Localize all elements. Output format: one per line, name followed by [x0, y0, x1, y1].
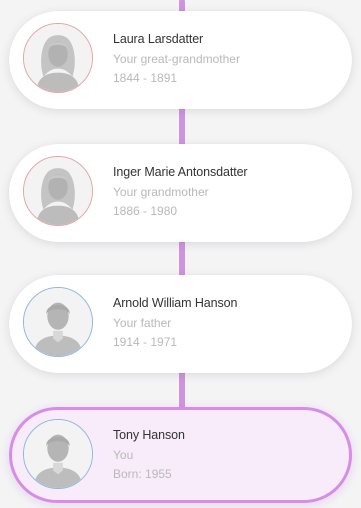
timeline-connector [179, 241, 185, 277]
relation-label: You [113, 448, 134, 462]
ancestor-card-father[interactable]: Arnold William Hanson Your father 1914 -… [9, 275, 352, 373]
male-silhouette-icon [24, 288, 92, 356]
ancestor-name: Laura Larsdatter [113, 32, 204, 46]
male-silhouette-icon [24, 420, 92, 488]
avatar [23, 23, 93, 93]
relation-label: Your father [113, 316, 172, 330]
avatar [23, 156, 93, 226]
female-silhouette-icon [24, 24, 92, 92]
ancestor-name: Arnold William Hanson [113, 296, 238, 310]
relation-label: Your grandmother [113, 185, 209, 199]
ancestor-name: Inger Marie Antonsdatter [113, 165, 248, 179]
timeline-connector [179, 108, 185, 146]
life-dates: 1886 - 1980 [113, 204, 178, 218]
relation-label: Your great-grandmother [113, 52, 240, 66]
female-silhouette-icon [24, 157, 92, 225]
life-dates: Born: 1955 [113, 467, 172, 481]
avatar [23, 419, 93, 489]
life-dates: 1844 - 1891 [113, 71, 178, 85]
ancestor-card-great-grandmother[interactable]: Laura Larsdatter Your great-grandmother … [9, 11, 352, 109]
ancestor-name: Tony Hanson [113, 428, 185, 442]
avatar [23, 287, 93, 357]
ancestor-card-grandmother[interactable]: Inger Marie Antonsdatter Your grandmothe… [9, 144, 352, 242]
self-card[interactable]: Tony Hanson You Born: 1955 [9, 407, 352, 503]
timeline-connector [179, 372, 185, 410]
life-dates: 1914 - 1971 [113, 335, 178, 349]
